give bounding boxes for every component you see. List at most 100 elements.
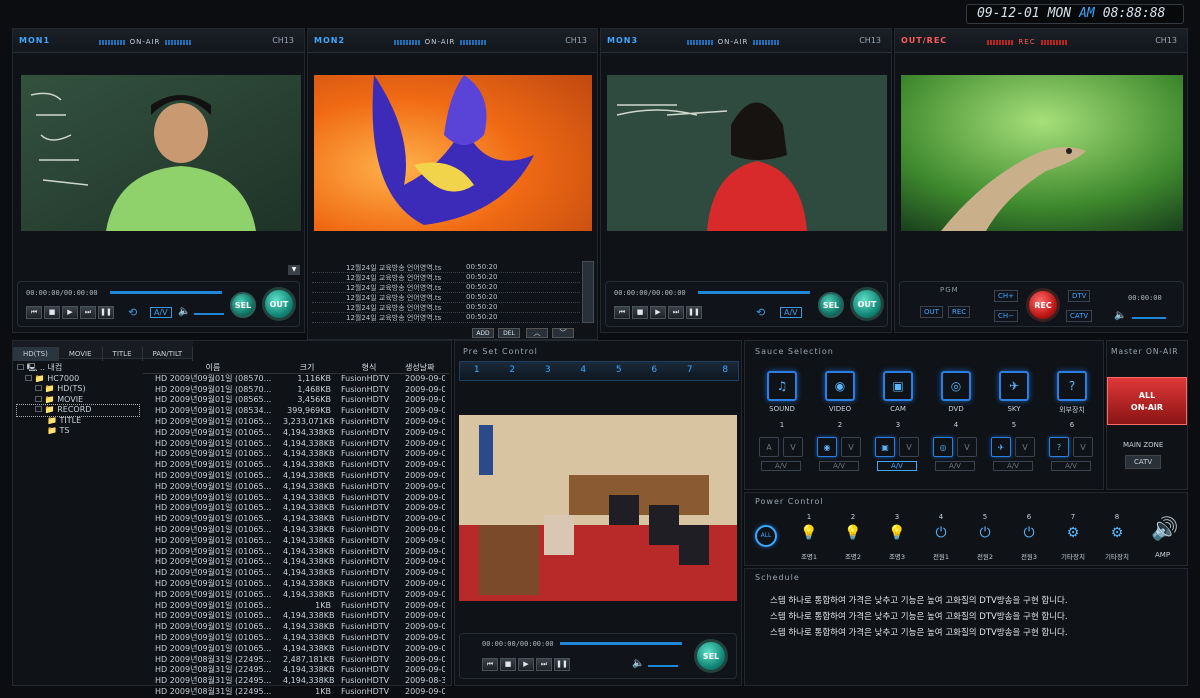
- monitor-3-av-button[interactable]: A/V: [780, 307, 802, 318]
- table-row[interactable]: HD 2009년08월31일 (22495... 4,194,338KB Fusio…: [143, 676, 449, 687]
- preset-7-button[interactable]: 7: [672, 365, 708, 375]
- table-row[interactable]: HD 2009년09월01일 (01065... 4,194,338KB Fusio…: [143, 439, 449, 450]
- monitor-1-screen[interactable]: [21, 75, 301, 231]
- playlist-item[interactable]: 12월24일 교육방송 언어영역.ts 00:50:20: [312, 293, 580, 303]
- table-row[interactable]: HD 2009년09월01일 (01065... 4,194,338KB Fusio…: [143, 590, 449, 601]
- playlist-item[interactable]: 12월24일 교육방송 언어영역.ts 00:50:20: [312, 283, 580, 293]
- pause-button[interactable]: ❚❚: [686, 306, 702, 319]
- dtv-button[interactable]: DTV: [1068, 290, 1091, 302]
- table-row[interactable]: HD 2009년09월01일 (01065... 4,194,338KB Fusio…: [143, 503, 449, 514]
- source-av-button[interactable]: A/V: [935, 461, 975, 471]
- tree-item[interactable]: 📁 TITLE: [17, 416, 139, 427]
- table-row[interactable]: HD 2009년09월01일 (01065... 4,194,338KB Fusio…: [143, 644, 449, 655]
- amp-icon[interactable]: 🔊: [1151, 517, 1178, 542]
- tab-hdts[interactable]: HD(TS): [13, 347, 59, 361]
- sky-icon[interactable]: ✈: [999, 371, 1029, 401]
- source-audio-button[interactable]: ◎: [933, 437, 953, 457]
- stop-button[interactable]: ■: [632, 306, 648, 319]
- preset-3-button[interactable]: 3: [530, 365, 566, 375]
- next-button[interactable]: ⏭: [536, 658, 552, 671]
- loop-icon[interactable]: ⟲: [128, 306, 137, 319]
- monitor-1-scroll-button[interactable]: ▼: [288, 265, 300, 275]
- outrec-screen[interactable]: [901, 75, 1183, 231]
- next-button[interactable]: ⏭: [668, 306, 684, 319]
- play-button[interactable]: ▶: [518, 658, 534, 671]
- source-av-button[interactable]: A/V: [993, 461, 1033, 471]
- source-video-button[interactable]: V: [1015, 437, 1035, 457]
- light-bulb-icon[interactable]: 💡: [885, 525, 909, 541]
- table-row[interactable]: HD 2009년09월01일 (08570... 1,468KB FusionHDT…: [143, 385, 449, 396]
- power-icon[interactable]: ⏻: [1017, 525, 1041, 541]
- table-row[interactable]: HD 2009년09월01일 (01065... 4,194,338KB Fusio…: [143, 482, 449, 493]
- power-icon[interactable]: ⏻: [929, 525, 953, 541]
- stop-button[interactable]: ■: [500, 658, 516, 671]
- source-video-button[interactable]: V: [899, 437, 919, 457]
- pause-button[interactable]: ❚❚: [98, 306, 114, 319]
- table-row[interactable]: HD 2009년09월01일 (01065... 4,194,338KB Fusio…: [143, 536, 449, 547]
- source-audio-button[interactable]: A: [759, 437, 779, 457]
- preset-progress[interactable]: [560, 642, 682, 645]
- table-row[interactable]: HD 2009년09월01일 (01065... 4,194,338KB Fusio…: [143, 547, 449, 558]
- tree-item[interactable]: ☐ 📁 RECORD: [16, 404, 140, 417]
- ch-minus-button[interactable]: CH−: [994, 310, 1019, 322]
- preset-6-button[interactable]: 6: [637, 365, 673, 375]
- gear-icon[interactable]: ⚙: [1105, 525, 1129, 541]
- table-row[interactable]: HD 2009년09월01일 (01065... 4,194,338KB Fusio…: [143, 493, 449, 504]
- table-row[interactable]: HD 2009년09월01일 (01065... 4,194,338KB Fusio…: [143, 611, 449, 622]
- preset-8-button[interactable]: 8: [708, 365, 744, 375]
- stop-button[interactable]: ■: [44, 306, 60, 319]
- source-av-button[interactable]: A/V: [819, 461, 859, 471]
- monitor-1-volume-slider[interactable]: [194, 313, 224, 315]
- tree-item[interactable]: ☐ 🖳 .. 내컴: [17, 363, 139, 374]
- source-audio-button[interactable]: ◉: [817, 437, 837, 457]
- power-all-button[interactable]: ALL: [755, 525, 777, 547]
- prev-button[interactable]: ⏮: [482, 658, 498, 671]
- play-button[interactable]: ▶: [650, 306, 666, 319]
- light-bulb-icon[interactable]: 💡: [797, 525, 821, 541]
- source-av-button[interactable]: A/V: [1051, 461, 1091, 471]
- outrec-volume-slider[interactable]: [1132, 317, 1166, 319]
- source-av-button[interactable]: A/V: [877, 461, 917, 471]
- light-bulb-icon[interactable]: 💡: [841, 525, 865, 541]
- table-row[interactable]: HD 2009년09월01일 (01065... 4,194,338KB Fusio…: [143, 633, 449, 644]
- table-row[interactable]: HD 2009년09월01일 (01065... 4,194,338KB Fusio…: [143, 525, 449, 536]
- playlist-add-button[interactable]: ADD: [472, 328, 494, 338]
- external-icon[interactable]: ?: [1057, 371, 1087, 401]
- monitor-1-out-button[interactable]: OUT: [262, 287, 296, 321]
- gear-icon[interactable]: ⚙: [1061, 525, 1085, 541]
- playlist-item[interactable]: 12월24일 교육방송 언어영역.ts 00:50:20: [312, 303, 580, 313]
- playlist-scrollbar[interactable]: [582, 261, 594, 323]
- preset-1-button[interactable]: 1: [459, 365, 495, 375]
- source-audio-button[interactable]: ▣: [875, 437, 895, 457]
- tree-item[interactable]: ☐ 📁 HD(TS): [17, 384, 139, 395]
- catv-button[interactable]: CATV: [1066, 310, 1093, 322]
- prev-button[interactable]: ⏮: [614, 306, 630, 319]
- pgm-rec-button[interactable]: REC: [948, 306, 971, 318]
- table-row[interactable]: HD 2009년09월01일 (01065... 4,194,338KB Fusio…: [143, 428, 449, 439]
- preset-5-button[interactable]: 5: [601, 365, 637, 375]
- preset-4-button[interactable]: 4: [566, 365, 602, 375]
- sound-icon[interactable]: ♫: [767, 371, 797, 401]
- playlist-del-button[interactable]: DEL: [498, 328, 520, 338]
- monitor-1-progress[interactable]: [110, 291, 222, 294]
- source-video-button[interactable]: V: [957, 437, 977, 457]
- preset-2-button[interactable]: 2: [495, 365, 531, 375]
- table-row[interactable]: HD 2009년09월01일 (08565... 3,456KB FusionHDT…: [143, 395, 449, 406]
- source-video-button[interactable]: V: [841, 437, 861, 457]
- table-row[interactable]: HD 2009년09월01일 (01065... 4,194,338KB Fusio…: [143, 471, 449, 482]
- preset-volume-slider[interactable]: [648, 665, 678, 667]
- cam-icon[interactable]: ▣: [883, 371, 913, 401]
- table-row[interactable]: HD 2009년08월31일 (22495... 2,487,181KB Fusio…: [143, 655, 449, 666]
- table-row[interactable]: HD 2009년08월31일 (22495... 4,194,338KB Fusio…: [143, 665, 449, 676]
- tree-item[interactable]: ☐ 📁 MOVIE: [17, 395, 139, 406]
- playlist-item[interactable]: 12월24일 교육방송 언어영역.ts 00:50:20: [312, 273, 580, 283]
- source-video-button[interactable]: V: [783, 437, 803, 457]
- table-row[interactable]: HD 2009년09월01일 (08570... 1,116KB FusionHDT…: [143, 374, 449, 385]
- playlist-item[interactable]: 12월24일 교육방송 언어영역.ts 00:50:20: [312, 263, 580, 273]
- tab-movie[interactable]: MOVIE: [59, 347, 103, 361]
- monitor-1-sel-button[interactable]: SEL: [230, 292, 256, 318]
- table-row[interactable]: HD 2009년09월01일 (01065... 3,233,071KB Fusio…: [143, 417, 449, 428]
- source-video-button[interactable]: V: [1073, 437, 1093, 457]
- monitor-3-out-button[interactable]: OUT: [850, 287, 884, 321]
- table-row[interactable]: HD 2009년09월01일 (01065... 1KB FusionHDTV 200…: [143, 601, 449, 612]
